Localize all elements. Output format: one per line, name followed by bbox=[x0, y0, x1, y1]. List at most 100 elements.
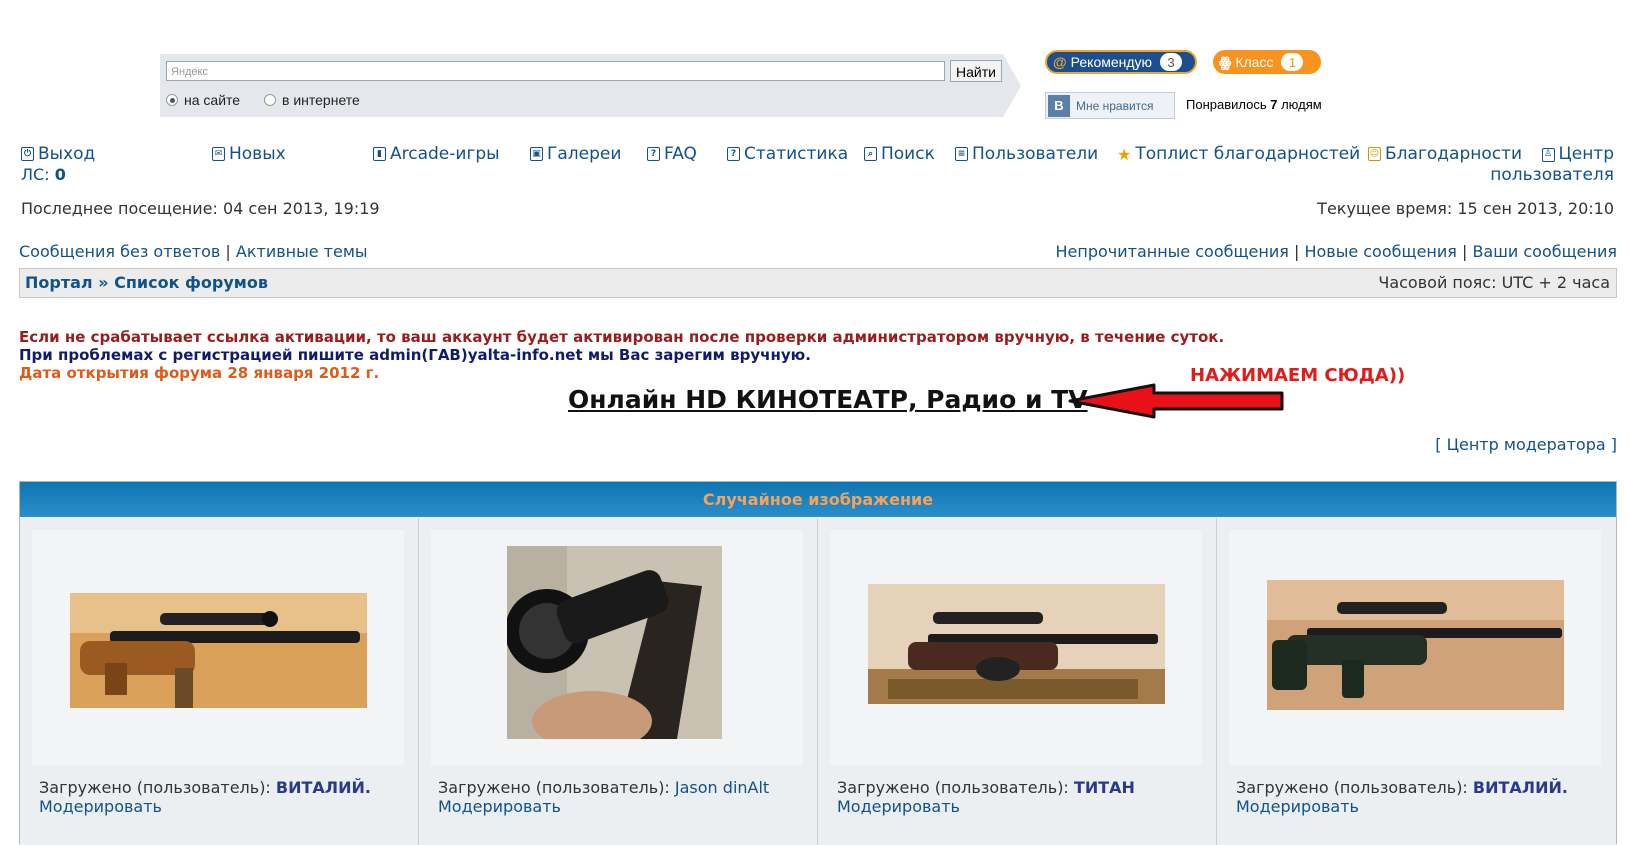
moderate-link[interactable]: Модерировать bbox=[1236, 797, 1359, 816]
radio-on-site-label: на сайте bbox=[184, 92, 241, 108]
nav-private-messages[interactable]: ЛС: 0 bbox=[21, 165, 66, 184]
sep: | bbox=[1456, 242, 1473, 261]
uploaded-label: Загружено (пользователь): bbox=[438, 778, 675, 797]
nav-logout[interactable]: ⏻ Выход bbox=[21, 144, 95, 164]
liked-suffix: людям bbox=[1277, 97, 1322, 112]
link-unread[interactable]: Непрочитанные сообщения bbox=[1055, 242, 1288, 261]
notice-forum-opening: Дата открытия форума 28 января 2012 г. bbox=[19, 364, 380, 382]
gallery-caption: Загружено (пользователь): ВИТАЛИЙ. Модер… bbox=[39, 778, 371, 816]
random-image-panel: Случайное изображение Загружено (пользов… bbox=[19, 481, 1617, 845]
gallery-caption: Загружено (пользователь): ТИТАН Модериро… bbox=[837, 778, 1135, 816]
gallery-user-link[interactable]: ВИТАЛИЙ. bbox=[1473, 778, 1568, 797]
link-active-topics[interactable]: Активные темы bbox=[236, 242, 368, 261]
notice-registration: При проблемах с регистрацией пишите admi… bbox=[19, 346, 811, 364]
sep: | bbox=[220, 242, 236, 261]
nav-toplist-label: Топлист благодарностей bbox=[1135, 144, 1361, 164]
odnoklassniki-class-button[interactable]: ꙮ Класс 1 bbox=[1213, 50, 1321, 74]
gallery-icon: ▣ bbox=[530, 147, 543, 161]
link-unanswered[interactable]: Сообщения без ответов bbox=[19, 242, 220, 261]
moderator-center-link[interactable]: [ Центр модератора ] bbox=[1435, 435, 1617, 454]
cinema-link[interactable]: Онлайн HD КИНОТЕАТР, Радио и TV bbox=[568, 385, 1088, 414]
gallery-image-box bbox=[830, 530, 1202, 765]
pm-count: 0 bbox=[54, 165, 66, 184]
mailru-label: Рекомендую bbox=[1070, 54, 1153, 70]
yandex-search-form: Яндекс Найти на сайте в интернете bbox=[160, 54, 1021, 117]
gallery-user-link[interactable]: ТИТАН bbox=[1074, 778, 1135, 797]
breadcrumb: Портал » Список форумов Часовой пояс: UT… bbox=[19, 268, 1617, 298]
mailru-at-icon: @ bbox=[1053, 54, 1067, 70]
airgun-photo-image[interactable] bbox=[1267, 580, 1564, 710]
current-time: Текущее время: 15 сен 2013, 20:10 bbox=[1317, 199, 1614, 218]
search-input[interactable]: Яндекс bbox=[166, 61, 945, 81]
scope-photo-image[interactable] bbox=[507, 546, 722, 739]
arcade-icon: ▮ bbox=[373, 147, 386, 161]
new-icon: ✉ bbox=[212, 147, 225, 161]
gallery-item: Загружено (пользователь): ВИТАЛИЙ. Модер… bbox=[1217, 518, 1616, 845]
airgun-photo-image[interactable] bbox=[70, 593, 367, 708]
radio-checked-icon bbox=[166, 94, 178, 106]
uploaded-label: Загружено (пользователь): bbox=[1236, 778, 1473, 797]
ucp-label-line1: Центр bbox=[1558, 144, 1614, 164]
uploaded-label: Загружено (пользователь): bbox=[837, 778, 1074, 797]
last-visit: Последнее посещение: 04 сен 2013, 19:19 bbox=[21, 199, 380, 218]
breadcrumb-forum-index[interactable]: Список форумов bbox=[114, 273, 268, 292]
odnoklassniki-icon: ꙮ bbox=[1219, 53, 1232, 70]
breadcrumb-sep: » bbox=[92, 273, 115, 292]
gallery-item: Загружено (пользователь): ВИТАЛИЙ. Модер… bbox=[20, 518, 419, 845]
moderate-link[interactable]: Модерировать bbox=[438, 797, 561, 816]
nav-search[interactable]: ⌕ Поиск bbox=[864, 144, 935, 164]
mailru-recommend-button[interactable]: @ Рекомендую 3 bbox=[1045, 50, 1197, 74]
nav-statistics-label: Статистика bbox=[744, 144, 849, 164]
nav-user-control-panel[interactable]: ♙ Центр пользователя bbox=[1490, 144, 1614, 186]
star-icon: ★ bbox=[1117, 144, 1132, 164]
nav-new-label: Новых bbox=[229, 144, 286, 164]
breadcrumb-portal[interactable]: Портал bbox=[25, 273, 93, 292]
nav-faq-label: FAQ bbox=[664, 144, 697, 164]
users-icon: ≡ bbox=[955, 147, 968, 161]
ucp-icon: ♙ bbox=[1541, 147, 1555, 162]
gallery-user-link[interactable]: Jason dinAlt bbox=[675, 778, 769, 797]
moderate-link[interactable]: Модерировать bbox=[39, 797, 162, 816]
gallery-user-link[interactable]: ВИТАЛИЙ. bbox=[276, 778, 371, 797]
moderate-link[interactable]: Модерировать bbox=[837, 797, 960, 816]
gallery-title: Случайное изображение bbox=[20, 482, 1616, 517]
sep: | bbox=[1288, 242, 1305, 261]
airgun-photo-image[interactable] bbox=[868, 584, 1165, 704]
nav-users[interactable]: ≡ Пользователи bbox=[955, 144, 1098, 164]
gallery-image-box bbox=[1229, 530, 1601, 765]
vk-label: Мне нравится bbox=[1076, 98, 1154, 113]
radio-in-web-label: в интернете bbox=[282, 92, 360, 108]
faq-icon: ? bbox=[647, 147, 660, 161]
uploaded-label: Загружено (пользователь): bbox=[39, 778, 276, 797]
vk-icon: В bbox=[1048, 94, 1070, 117]
quick-links-right: Непрочитанные сообщения | Новые сообщени… bbox=[1055, 242, 1617, 261]
gallery-item: Загружено (пользователь): ТИТАН Модериро… bbox=[818, 518, 1217, 845]
logout-icon: ⏻ bbox=[21, 147, 34, 161]
link-your-posts[interactable]: Ваши сообщения bbox=[1472, 242, 1617, 261]
nav-logout-label: Выход bbox=[38, 144, 96, 164]
nav-arcade[interactable]: ▮ Arcade-игры bbox=[373, 144, 500, 164]
search-button[interactable]: Найти bbox=[950, 60, 1002, 82]
gallery-image-box bbox=[32, 530, 404, 765]
ok-label: Класс bbox=[1235, 54, 1274, 70]
nav-toplist[interactable]: ★ Топлист благодарностей bbox=[1117, 144, 1360, 164]
ucp-label-line2: пользователя bbox=[1490, 165, 1614, 185]
timezone: Часовой пояс: UTC + 2 часа bbox=[1378, 273, 1610, 292]
radio-unchecked-icon bbox=[264, 94, 276, 106]
nav-galleries[interactable]: ▣ Галереи bbox=[530, 144, 621, 164]
nav-new[interactable]: ✉ Новых bbox=[212, 144, 286, 164]
nav-faq[interactable]: ? FAQ bbox=[647, 144, 697, 164]
statistics-icon: ? bbox=[727, 147, 740, 161]
radio-on-site[interactable]: на сайте bbox=[166, 92, 240, 108]
search-icon: ⌕ bbox=[864, 147, 877, 161]
nav-galleries-label: Галереи bbox=[547, 144, 622, 164]
ok-count: 1 bbox=[1281, 53, 1304, 71]
gallery-caption: Загружено (пользователь): ВИТАЛИЙ. Модер… bbox=[1236, 778, 1568, 816]
link-new-posts[interactable]: Новые сообщения bbox=[1304, 242, 1456, 261]
vk-like-button[interactable]: В Мне нравится bbox=[1045, 92, 1175, 119]
search-box-pointer bbox=[1003, 54, 1021, 117]
nav-statistics[interactable]: ? Статистика bbox=[727, 144, 848, 164]
gallery-caption: Загружено (пользователь): Jason dinAlt М… bbox=[438, 778, 769, 816]
mailru-count: 3 bbox=[1160, 53, 1183, 71]
radio-in-web[interactable]: в интернете bbox=[264, 92, 360, 108]
